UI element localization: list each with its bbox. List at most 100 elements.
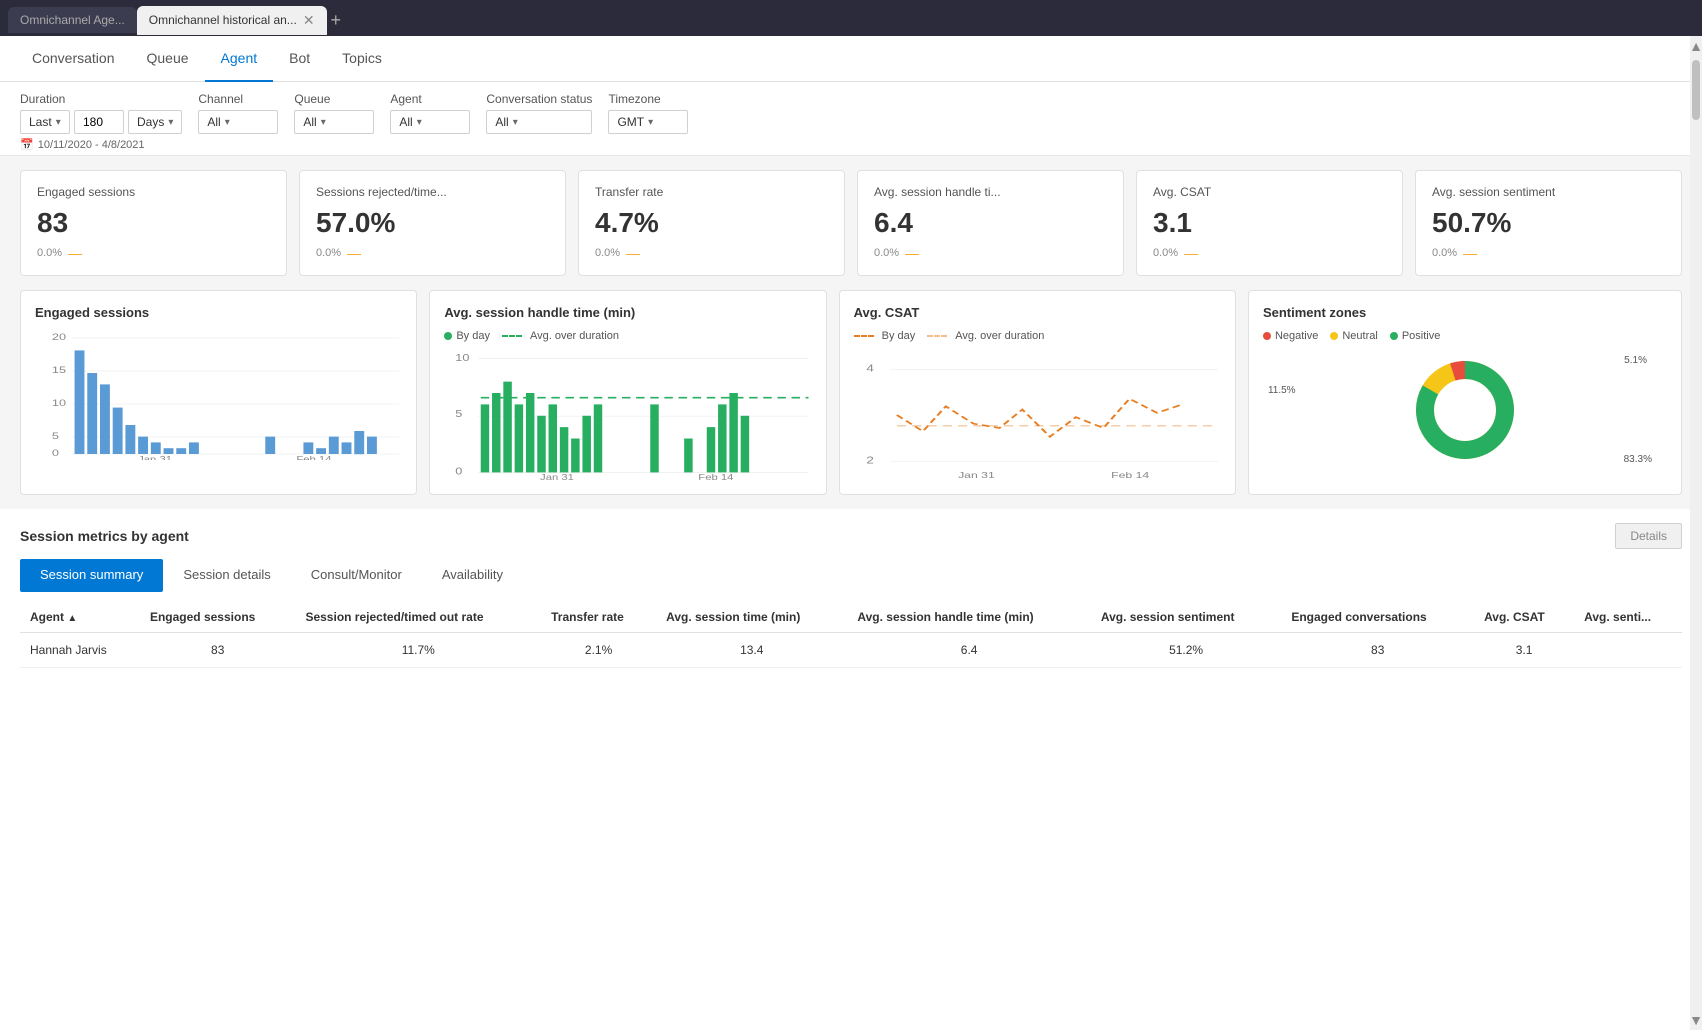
metric-card-3: Avg. session handle ti... 6.4 0.0% — xyxy=(857,170,1124,276)
cell-engaged-conv: 83 xyxy=(1281,633,1474,668)
avg-handle-time-title: Avg. session handle time (min) xyxy=(444,305,811,320)
tab-bot[interactable]: Bot xyxy=(273,36,326,82)
close-tab-icon[interactable]: ✕ xyxy=(303,12,315,29)
agent-select[interactable]: All ▾ xyxy=(390,110,470,134)
metric-value-1: 57.0% xyxy=(316,207,549,239)
channel-select[interactable]: All ▾ xyxy=(198,110,278,134)
sentiment-donut-svg xyxy=(1410,350,1520,470)
cell-avg-session-time: 13.4 xyxy=(656,633,847,668)
sub-tab-session-details[interactable]: Session details xyxy=(163,559,290,592)
browser-tab-1[interactable]: Omnichannel Age... xyxy=(8,7,137,33)
tab-topics[interactable]: Topics xyxy=(326,36,398,82)
svg-text:Feb 14: Feb 14 xyxy=(296,455,332,460)
sub-tabs: Session summary Session details Consult/… xyxy=(20,559,1682,592)
svg-text:Jan 31: Jan 31 xyxy=(958,470,995,480)
engaged-sessions-chart-title: Engaged sessions xyxy=(35,305,402,320)
chevron-down-icon: ▾ xyxy=(417,117,422,128)
sub-tab-availability[interactable]: Availability xyxy=(422,559,523,592)
tab-queue[interactable]: Queue xyxy=(131,36,205,82)
duration-value-input[interactable] xyxy=(74,110,124,134)
metric-value-2: 4.7% xyxy=(595,207,828,239)
session-metrics-header: Session metrics by agent Details xyxy=(20,509,1682,559)
svg-text:Jan 31: Jan 31 xyxy=(138,455,172,460)
svg-text:Jan 31: Jan 31 xyxy=(540,473,574,480)
sub-tab-consult-monitor[interactable]: Consult/Monitor xyxy=(291,559,422,592)
date-range: 📅 10/11/2020 - 4/8/2021 xyxy=(20,138,1682,151)
svg-text:4: 4 xyxy=(866,363,874,374)
col-agent[interactable]: Agent ▲ xyxy=(20,602,140,633)
cell-transfer-rate: 2.1% xyxy=(541,633,656,668)
col-session-rejected: Session rejected/timed out rate xyxy=(295,602,541,633)
col-avg-handle-time: Avg. session handle time (min) xyxy=(847,602,1090,633)
avg-csat-chart: Avg. CSAT By day Avg. over duration 4 2 xyxy=(839,290,1236,495)
metric-footer-2: 0.0% — xyxy=(595,245,828,261)
trend-icon-5: — xyxy=(1463,245,1477,261)
details-button[interactable]: Details xyxy=(1615,523,1682,549)
trend-icon-2: — xyxy=(626,245,640,261)
metric-footer-0: 0.0% — xyxy=(37,245,270,261)
browser-tab-2[interactable]: Omnichannel historical an... ✕ xyxy=(137,6,327,35)
scroll-up-icon[interactable]: ▲ xyxy=(1687,36,1702,56)
col-avg-csat: Avg. CSAT xyxy=(1474,602,1574,633)
avg-csat-chart-area: 4 2 Jan 31 Feb 14 xyxy=(854,350,1221,480)
channel-label: Channel xyxy=(198,92,278,106)
tab-1-label: Omnichannel Age... xyxy=(20,13,125,27)
engaged-sessions-chart-area: 20 15 10 5 0 xyxy=(35,330,402,460)
new-tab-button[interactable]: + xyxy=(331,10,342,31)
col-transfer-rate: Transfer rate xyxy=(541,602,656,633)
session-summary-table: Agent ▲ Engaged sessions Session rejecte… xyxy=(20,602,1682,668)
queue-label: Queue xyxy=(294,92,374,106)
cell-agent: Hannah Jarvis xyxy=(20,633,140,668)
metric-value-4: 3.1 xyxy=(1153,207,1386,239)
sort-icon-agent[interactable]: ▲ xyxy=(67,613,77,624)
browser-tab-bar: Omnichannel Age... Omnichannel historica… xyxy=(0,0,1702,36)
tab-agent[interactable]: Agent xyxy=(205,36,274,82)
timezone-select[interactable]: GMT ▾ xyxy=(608,110,688,134)
svg-text:5: 5 xyxy=(52,432,59,442)
metric-footer-4: 0.0% — xyxy=(1153,245,1386,261)
svg-text:15: 15 xyxy=(52,366,66,376)
conv-status-filter: Conversation status All ▾ xyxy=(486,92,592,134)
metric-title-4: Avg. CSAT xyxy=(1153,185,1386,199)
duration-preset-select[interactable]: Last ▾ xyxy=(20,110,70,134)
cell-session-rejected: 11.7% xyxy=(295,633,541,668)
svg-text:10: 10 xyxy=(52,399,66,409)
chevron-down-icon: ▾ xyxy=(648,117,653,128)
trend-icon-3: — xyxy=(905,245,919,261)
metric-title-5: Avg. session sentiment xyxy=(1432,185,1665,199)
metric-value-0: 83 xyxy=(37,207,270,239)
tab-conversation[interactable]: Conversation xyxy=(16,36,131,82)
svg-text:5: 5 xyxy=(456,409,463,419)
scrollbar[interactable]: ▲ ▼ xyxy=(1690,36,1702,1030)
metric-card-5: Avg. session sentiment 50.7% 0.0% — xyxy=(1415,170,1682,276)
trend-icon-4: — xyxy=(1184,245,1198,261)
scrollbar-thumb[interactable] xyxy=(1692,60,1700,120)
neutral-pct: 11.5% xyxy=(1268,385,1296,396)
avg-handle-time-legend: By day Avg. over duration xyxy=(444,330,811,342)
metric-footer-5: 0.0% — xyxy=(1432,245,1665,261)
col-avg-sentiment: Avg. session sentiment xyxy=(1091,602,1282,633)
metric-value-5: 50.7% xyxy=(1432,207,1665,239)
cell-avg-sentiment: 51.2% xyxy=(1091,633,1282,668)
engaged-sessions-svg: 20 15 10 5 0 xyxy=(35,330,402,460)
avg-handle-time-svg: 10 5 0 xyxy=(444,350,811,480)
cell-avg-handle-time: 6.4 xyxy=(847,633,1090,668)
chevron-down-icon: ▾ xyxy=(513,117,518,128)
cell-engaged-sessions: 83 xyxy=(140,633,296,668)
channel-filter: Channel All ▾ xyxy=(198,92,278,134)
svg-text:Feb 14: Feb 14 xyxy=(699,473,735,480)
duration-unit-select[interactable]: Days ▾ xyxy=(128,110,182,134)
svg-text:10: 10 xyxy=(456,353,470,363)
timezone-label: Timezone xyxy=(608,92,688,106)
cell-avg-csat: 3.1 xyxy=(1474,633,1574,668)
svg-text:20: 20 xyxy=(52,333,66,343)
avg-handle-time-chart: Avg. session handle time (min) By day Av… xyxy=(429,290,826,495)
scroll-down-icon[interactable]: ▼ xyxy=(1687,1010,1702,1030)
avg-csat-legend: By day Avg. over duration xyxy=(854,330,1221,342)
avg-handle-time-chart-area: 10 5 0 xyxy=(444,350,811,480)
queue-select[interactable]: All ▾ xyxy=(294,110,374,134)
calendar-icon: 📅 xyxy=(20,138,34,151)
sub-tab-session-summary[interactable]: Session summary xyxy=(20,559,163,592)
chevron-down-icon: ▾ xyxy=(321,117,326,128)
conv-status-select[interactable]: All ▾ xyxy=(486,110,592,134)
